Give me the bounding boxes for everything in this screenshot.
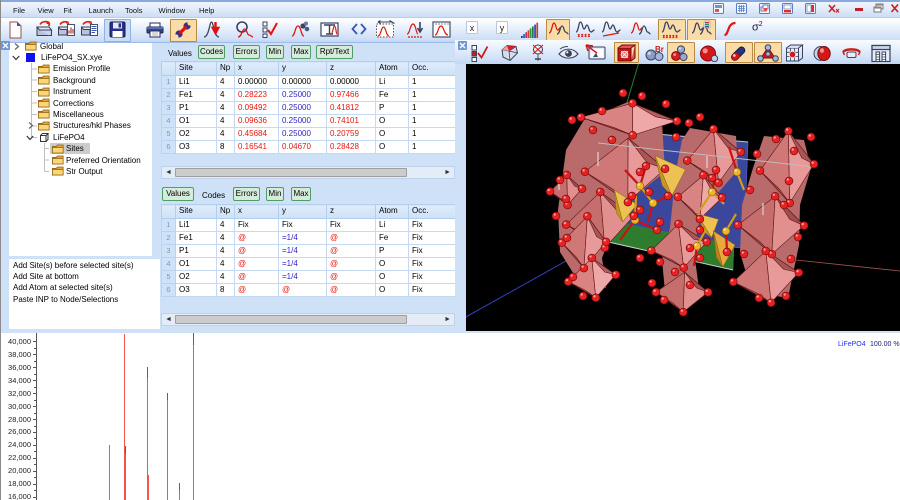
svg-text:Br: Br (655, 45, 664, 54)
